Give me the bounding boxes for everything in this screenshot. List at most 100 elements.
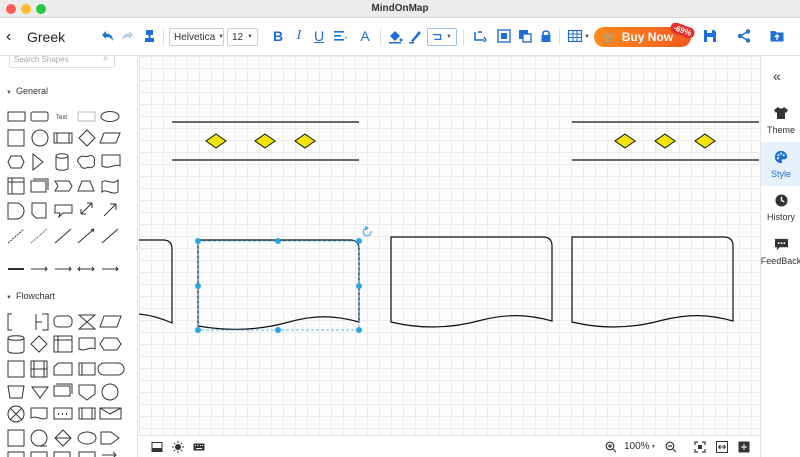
shape-dashed-line[interactable]	[7, 228, 25, 244]
send-to-back-icon[interactable]	[516, 27, 534, 45]
flow-annotation[interactable]	[7, 313, 12, 331]
back-icon[interactable]: ‹	[6, 28, 11, 46]
format-painter-icon[interactable]	[140, 27, 158, 45]
underline-icon[interactable]: U	[310, 27, 328, 45]
drawing-canvas[interactable]	[139, 56, 760, 435]
flow-data[interactable]	[99, 315, 122, 328]
flow-square[interactable]	[7, 429, 25, 447]
flow-process[interactable]	[7, 360, 25, 378]
yellow-diamond[interactable]	[205, 133, 227, 149]
align-icon[interactable]	[331, 27, 349, 45]
font-color-icon[interactable]: A	[356, 27, 374, 45]
flow-subroutine[interactable]	[78, 407, 96, 420]
flow-more-3[interactable]	[53, 451, 71, 457]
bold-icon[interactable]: B	[269, 27, 287, 45]
flow-manual-operation[interactable]	[7, 385, 25, 399]
connector-style-select[interactable]: ▼	[427, 28, 457, 46]
shape-arrow[interactable]	[103, 203, 117, 217]
save-icon[interactable]	[701, 27, 719, 45]
shape-card[interactable]	[31, 202, 47, 219]
keyboard-icon[interactable]	[193, 441, 205, 453]
shape-parallelogram[interactable]	[99, 132, 121, 144]
flow-stored-data[interactable]	[97, 362, 125, 376]
flow-connector[interactable]	[101, 383, 119, 401]
fullscreen-icon[interactable]	[738, 441, 750, 453]
flow-arrow[interactable]	[102, 451, 117, 457]
shape-line-arrow[interactable]	[31, 266, 48, 272]
undo-icon[interactable]	[98, 27, 116, 45]
frieze-top-right[interactable]	[572, 121, 759, 161]
shape-line[interactable]	[54, 228, 72, 244]
panel-tab-feedback[interactable]: FeedBack	[761, 230, 800, 274]
shape-text[interactable]: Text	[56, 115, 67, 121]
buy-now-button[interactable]: 🛒 Buy Now -69%	[594, 21, 697, 47]
panel-tab-history[interactable]: History	[761, 186, 800, 230]
shape-triangle[interactable]	[32, 152, 44, 172]
font-size-select[interactable]: 12 ▼	[227, 28, 258, 46]
shape-line-arrow-3[interactable]	[102, 266, 119, 272]
shape-square[interactable]	[7, 129, 25, 147]
yellow-diamond[interactable]	[654, 133, 676, 149]
flow-display[interactable]	[99, 337, 122, 351]
flow-multi-document[interactable]	[53, 383, 73, 397]
shape-document[interactable]	[101, 154, 121, 168]
shape-line-double-arrow[interactable]	[77, 266, 95, 272]
shape-bidirectional-line[interactable]	[101, 228, 119, 244]
shape-ellipse[interactable]	[100, 111, 120, 122]
shape-circle[interactable]	[31, 129, 49, 147]
waypoint-icon[interactable]	[471, 27, 489, 45]
scroll-shape-partial[interactable]	[139, 239, 173, 324]
flow-tape[interactable]	[30, 407, 48, 420]
flow-manual-file[interactable]	[78, 362, 96, 376]
shape-internal-storage[interactable]	[7, 177, 25, 195]
shape-diamond[interactable]	[78, 129, 96, 147]
flow-decision[interactable]	[30, 335, 48, 353]
flow-more-1[interactable]	[7, 451, 25, 457]
zoom-level[interactable]: 100%	[624, 441, 650, 452]
shape-cube[interactable]	[30, 178, 49, 193]
shape-step[interactable]	[54, 180, 73, 192]
shape-arrow-line[interactable]	[77, 228, 95, 244]
line-color-icon[interactable]	[406, 27, 424, 45]
italic-icon[interactable]: I	[290, 27, 308, 45]
font-family-select[interactable]: Helvetica ▼	[169, 28, 224, 46]
shape-double-arrow[interactable]	[80, 202, 93, 215]
scroll-shape[interactable]	[390, 236, 553, 328]
redo-icon[interactable]	[119, 27, 137, 45]
yellow-diamond[interactable]	[294, 133, 316, 149]
shape-textbox[interactable]	[77, 111, 96, 122]
flow-card[interactable]	[53, 362, 73, 376]
flow-collate[interactable]	[77, 314, 97, 330]
theme-brightness-icon[interactable]	[172, 441, 184, 453]
flow-database[interactable]	[7, 335, 25, 354]
flow-circle[interactable]	[30, 429, 48, 447]
shape-rectangle[interactable]	[7, 111, 26, 122]
shape-search-input[interactable]: Search Shapes	[9, 56, 115, 68]
lock-icon[interactable]	[537, 27, 555, 45]
section-header-flowchart[interactable]: ▼ Flowchart	[6, 291, 55, 301]
flow-off-page[interactable]	[78, 384, 96, 401]
flow-sort[interactable]	[99, 407, 122, 420]
yellow-diamond[interactable]	[614, 133, 636, 149]
zoom-out-icon[interactable]	[665, 441, 677, 453]
zoom-in-icon[interactable]	[605, 441, 617, 453]
section-header-general[interactable]: ▼ General	[6, 86, 48, 96]
table-icon[interactable]	[566, 27, 584, 45]
yellow-diamond[interactable]	[254, 133, 276, 149]
shape-trapezoid[interactable]	[77, 180, 95, 192]
fill-bucket-icon[interactable]	[386, 27, 404, 45]
flow-more-2[interactable]	[30, 451, 48, 457]
flow-merge[interactable]	[31, 386, 49, 399]
flow-document[interactable]	[78, 337, 96, 351]
shape-line-arrow-2[interactable]	[55, 266, 72, 272]
flow-pentagon[interactable]	[100, 431, 120, 445]
flow-terminator[interactable]	[53, 315, 73, 328]
scroll-shape[interactable]	[571, 236, 734, 328]
shape-hexagon[interactable]	[7, 155, 25, 169]
collapse-panel-icon[interactable]: «	[773, 68, 781, 84]
shape-cloud[interactable]	[77, 155, 95, 169]
shape-cylinder[interactable]	[55, 153, 69, 171]
shape-rounded-rectangle[interactable]	[30, 111, 49, 122]
flow-ellipse[interactable]	[77, 431, 97, 445]
flow-extract[interactable]	[54, 429, 72, 447]
